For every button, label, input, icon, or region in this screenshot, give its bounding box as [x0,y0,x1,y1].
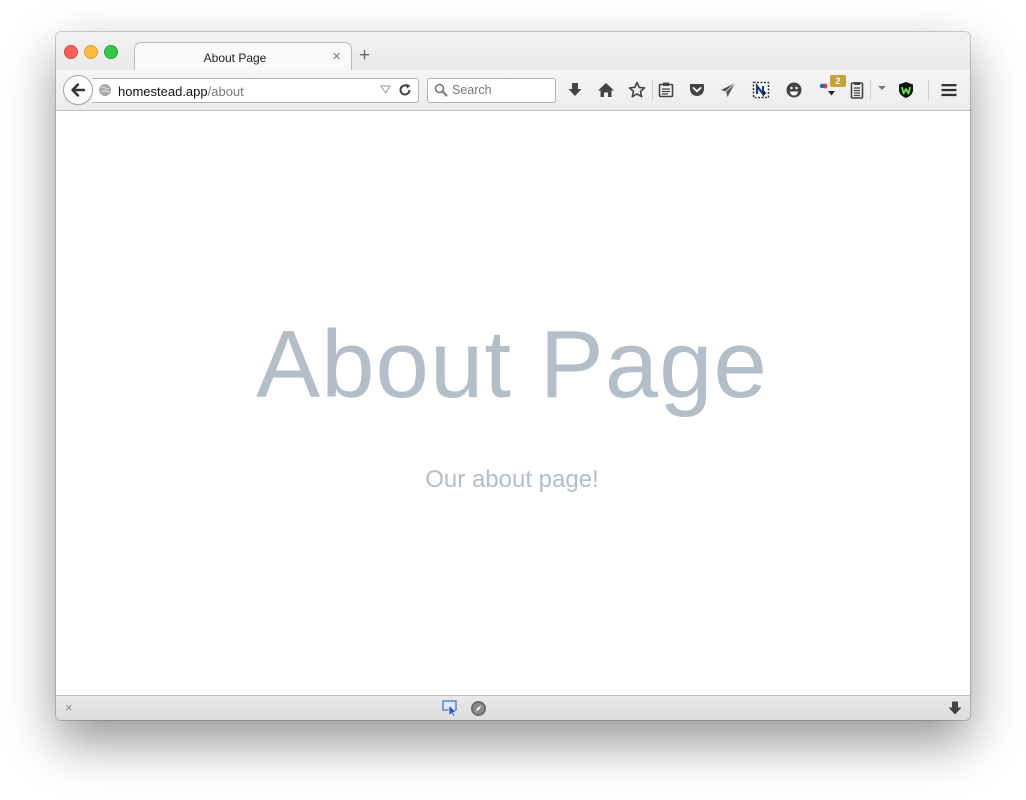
smiley-button[interactable] [783,79,805,101]
globe-icon [99,84,111,96]
back-arrow-icon [71,83,86,97]
page-title: About Page [256,311,768,418]
back-button[interactable] [63,75,93,105]
tab-title: About Page [203,51,267,65]
send-icon [721,82,736,97]
newsblur-button[interactable] [750,79,772,101]
toolbar-separator [928,80,929,100]
page-subtitle: Our about page! [425,466,599,493]
maximize-window-button[interactable] [104,45,118,59]
status-bar: × [56,695,970,720]
pocket-button[interactable] [686,79,708,101]
bookmark-button[interactable] [626,79,648,101]
bookmark-star-icon [628,81,646,98]
element-picker-icon[interactable] [442,700,460,717]
new-tab-button[interactable]: + [359,45,370,67]
url-host: homestead.app [118,84,208,99]
notes-dropdown-button[interactable] [873,79,895,101]
notification-badge: 2 [830,75,846,87]
hamburger-menu-icon [941,84,957,97]
notes-button[interactable] [846,79,868,101]
pocket-icon [690,84,704,96]
tab-close-icon[interactable]: × [332,48,341,66]
url-path: /about [207,84,244,99]
page-content: About Page Our about page! [56,111,970,695]
toolbar-separator [652,80,653,100]
compass-icon[interactable] [470,700,487,717]
send-button[interactable] [717,79,739,101]
reload-icon[interactable] [398,83,412,97]
close-window-button[interactable] [64,45,78,59]
home-button[interactable] [595,79,617,101]
main-menu-button[interactable] [938,79,960,101]
download-icon [568,83,582,96]
download-icon[interactable] [947,700,963,717]
history-dropdown-icon[interactable] [380,85,391,95]
navigation-toolbar: homestead.app/about Search 2 [56,70,970,111]
url-bar[interactable]: homestead.app/about [92,78,419,103]
status-close-icon[interactable]: × [65,699,73,717]
minimize-window-button[interactable] [84,45,98,59]
title-bar: About Page × + [56,32,970,72]
search-icon [434,83,448,97]
newsblur-icon [752,81,770,99]
clipboard-icon [658,82,674,98]
notes-icon [850,82,864,99]
extension-w-icon [899,82,913,98]
browser-window: About Page × + homestead.app/about Searc… [56,32,970,720]
extension-w-button[interactable] [895,79,917,101]
toolbar-separator [870,80,871,100]
chevron-down-icon [878,86,886,90]
tab-about-page[interactable]: About Page × [134,42,352,72]
home-icon [598,83,614,97]
download-button[interactable] [564,79,586,101]
url-text: homestead.app/about [118,84,244,99]
clipboard-button[interactable] [655,79,677,101]
search-bar[interactable] [427,78,556,103]
smiley-icon [786,82,802,98]
search-input[interactable] [452,81,550,99]
